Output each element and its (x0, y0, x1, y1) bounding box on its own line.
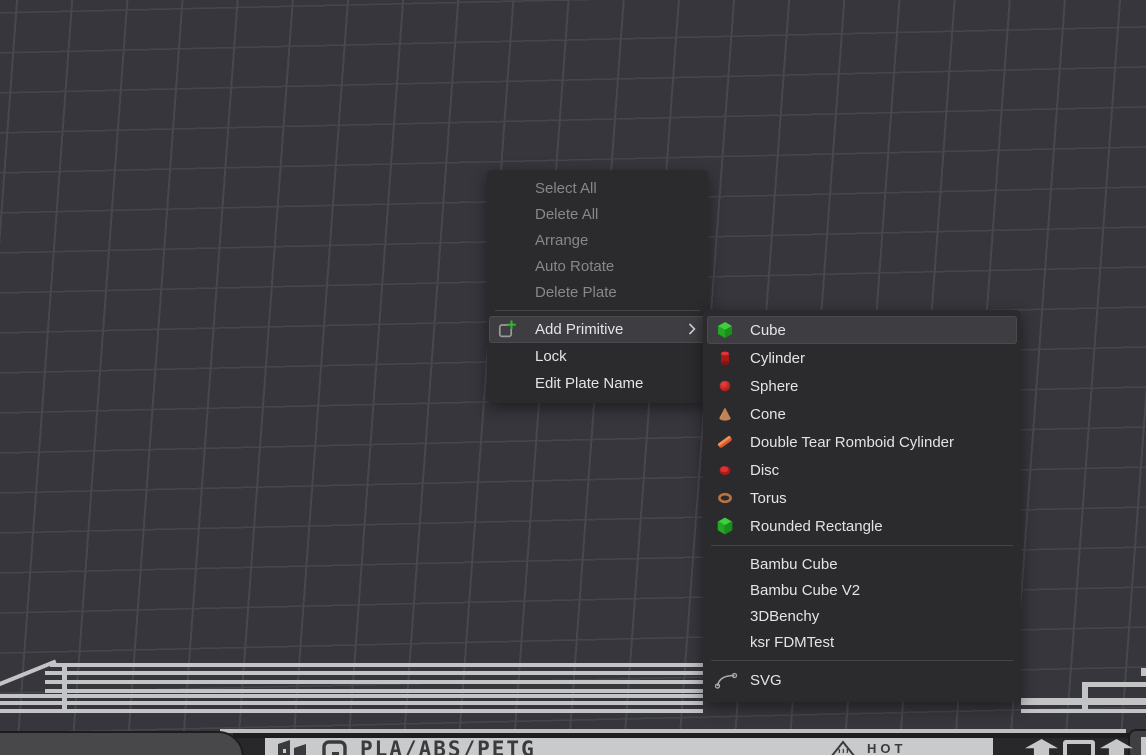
menu-item-edit-plate-name[interactable]: Edit Plate Name (489, 370, 706, 397)
submenu-item-label: Torus (750, 490, 787, 507)
disc-icon (716, 461, 734, 479)
submenu-chevron-icon (688, 323, 696, 335)
submenu-item-rounded-rectangle[interactable]: Rounded Rectangle (707, 512, 1017, 540)
menu-item-label: Lock (535, 348, 567, 365)
plate-edge-line (1082, 682, 1088, 713)
romboid-cylinder-icon (716, 433, 734, 451)
menu-item-label: Add Primitive (535, 321, 623, 338)
cone-icon (716, 405, 734, 423)
plate-label-strip: PLA/ABS/PETG HOT (265, 738, 993, 755)
plate-edge-line (0, 701, 703, 705)
bezier-curve-icon (714, 671, 738, 689)
plate-edge-line (0, 709, 703, 713)
plate-context-menu: Select All Delete All Arrange Auto Rotat… (487, 170, 708, 403)
bambu-logo-icon (278, 740, 310, 755)
submenu-item-label: Sphere (750, 378, 798, 395)
plate-corner-tab-left (0, 731, 244, 755)
menu-item-label: Select All (535, 180, 597, 197)
menu-item-label: Edit Plate Name (535, 375, 643, 392)
plate-edge-sliver (1141, 737, 1146, 755)
submenu-item-label: SVG (750, 672, 782, 689)
submenu-item-label: Bambu Cube (750, 556, 838, 573)
submenu-item-sphere[interactable]: Sphere (707, 372, 1017, 400)
submenu-item-label: 3DBenchy (750, 608, 819, 625)
hot-warning-icon (829, 740, 857, 755)
submenu-item-bambu-cube[interactable]: Bambu Cube (707, 551, 1017, 577)
plate-edge-line (45, 671, 703, 675)
add-primitive-icon (497, 319, 517, 339)
submenu-item-3dbenchy[interactable]: 3DBenchy (707, 603, 1017, 629)
submenu-item-ksr-fdmtest[interactable]: ksr FDMTest (707, 629, 1017, 655)
plate-edge-line (45, 680, 703, 684)
submenu-item-label: Rounded Rectangle (750, 518, 883, 535)
submenu-item-label: Cube (750, 322, 786, 339)
add-primitive-submenu: Cube Cylinder Sphere (703, 310, 1021, 702)
submenu-item-label: Disc (750, 462, 779, 479)
submenu-item-cylinder[interactable]: Cylinder (707, 344, 1017, 372)
submenu-item-label: ksr FDMTest (750, 634, 834, 651)
submenu-item-cube[interactable]: Cube (707, 316, 1017, 344)
cylinder-icon (716, 349, 734, 367)
menu-item-arrange[interactable]: Arrange (489, 227, 706, 253)
menu-item-delete-plate[interactable]: Delete Plate (489, 279, 706, 305)
rounded-rectangle-icon (716, 517, 734, 535)
menu-item-label: Delete All (535, 206, 598, 223)
submenu-item-label: Cylinder (750, 350, 805, 367)
sphere-icon (716, 377, 734, 395)
plate-edge-line (1082, 682, 1146, 687)
plate-type-icon (322, 740, 348, 755)
square-outline-icon[interactable] (1063, 740, 1095, 755)
plate-surface-label: PLA/ABS/PETG (360, 738, 536, 755)
plate-edge-line (0, 694, 703, 698)
submenu-item-label: Double Tear Romboid Cylinder (750, 434, 954, 451)
menu-item-add-primitive[interactable]: Add Primitive (489, 316, 706, 343)
submenu-item-bambu-cube-v2[interactable]: Bambu Cube V2 (707, 577, 1017, 603)
plate-edge-line (1141, 668, 1146, 676)
menu-item-label: Auto Rotate (535, 258, 614, 275)
menu-separator (711, 660, 1013, 661)
submenu-item-label: Cone (750, 406, 786, 423)
submenu-item-label: Bambu Cube V2 (750, 582, 860, 599)
menu-item-auto-rotate[interactable]: Auto Rotate (489, 253, 706, 279)
menu-separator (711, 545, 1013, 546)
menu-item-lock[interactable]: Lock (489, 343, 706, 370)
menu-separator (495, 310, 700, 311)
menu-item-select-all[interactable]: Select All (489, 175, 706, 201)
submenu-item-disc[interactable]: Disc (707, 456, 1017, 484)
submenu-item-cone[interactable]: Cone (707, 400, 1017, 428)
plate-edge-line (62, 663, 67, 713)
submenu-item-double-tear-romboid-cylinder[interactable]: Double Tear Romboid Cylinder (707, 428, 1017, 456)
3d-viewport[interactable]: PLA/ABS/PETG HOT Select All Delete All A… (0, 0, 1146, 755)
hot-warning-label: HOT (867, 741, 906, 755)
plate-edge-line (45, 689, 703, 693)
menu-item-label: Arrange (535, 232, 588, 249)
submenu-item-svg[interactable]: SVG (707, 666, 1017, 694)
submenu-item-torus[interactable]: Torus (707, 484, 1017, 512)
plate-edge-line (50, 663, 703, 667)
menu-item-label: Delete Plate (535, 284, 617, 301)
torus-icon (716, 489, 734, 507)
cube-icon (716, 321, 734, 339)
menu-item-delete-all[interactable]: Delete All (489, 201, 706, 227)
